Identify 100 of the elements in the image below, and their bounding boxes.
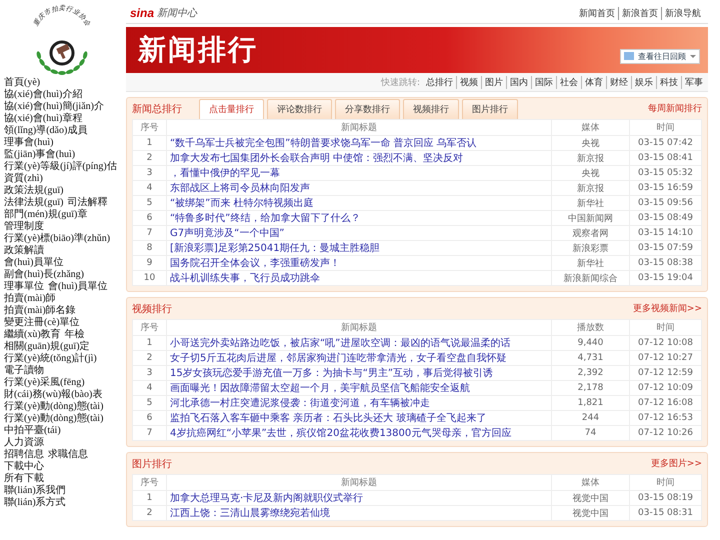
- column-header: 播放数: [552, 320, 630, 336]
- ranking-tab[interactable]: 图片排行: [462, 99, 518, 119]
- quick-link[interactable]: 国内: [506, 76, 531, 88]
- nav-link[interactable]: 拍賣(mài)師名錄: [4, 305, 76, 317]
- nav-link[interactable]: 監(jiān)事會(huì): [4, 149, 76, 161]
- nav-link[interactable]: 行業(yè)采風(fēng): [4, 377, 85, 389]
- nav-link[interactable]: 會(huì)員單位: [48, 281, 108, 293]
- nav-link[interactable]: 協(xié)會(huì)簡(jiǎn)介: [4, 101, 104, 113]
- time-cell: 07-12 16:08: [630, 396, 702, 410]
- column-header: 序号: [132, 474, 166, 490]
- column-header: 新闻标题: [166, 120, 552, 136]
- time-cell: 03-15 16:59: [630, 180, 702, 196]
- rank-number: 8: [132, 240, 166, 256]
- nav-link[interactable]: 變更注冊(cè)單位: [4, 317, 80, 329]
- time-cell: 03-15 08:19: [630, 490, 702, 506]
- date-picker[interactable]: 查看往日回顾: [620, 48, 700, 64]
- nav-link[interactable]: 人力資源: [4, 437, 44, 449]
- nav-link[interactable]: 領(lǐng)導(dǎo)成員: [4, 125, 88, 137]
- nav-link[interactable]: 行業(yè)等級(jí)評(píng)估資質(zhì): [4, 161, 122, 185]
- column-header: 媒体: [552, 474, 630, 490]
- rank-number: 4: [132, 380, 166, 396]
- nav-link[interactable]: 理事會(huì): [4, 137, 54, 149]
- quick-link[interactable]: 娱乐: [631, 76, 656, 88]
- quick-link[interactable]: 总排行: [423, 76, 456, 88]
- ranking-tab[interactable]: 分享数排行: [335, 99, 400, 119]
- nav-link[interactable]: 電子讀物: [4, 365, 44, 377]
- quick-link[interactable]: 社会: [556, 76, 581, 88]
- nav-link[interactable]: 聯(lián)系我們: [4, 485, 66, 497]
- quick-link[interactable]: 财经: [606, 76, 631, 88]
- time-cell: 03-15 19:04: [630, 270, 702, 286]
- time-cell: 07-12 10:26: [630, 426, 702, 440]
- site-name: 新闻中心: [157, 6, 198, 20]
- nav-link[interactable]: 協(xié)會(huì)介紹: [4, 89, 82, 101]
- top-link[interactable]: 新浪首页: [618, 6, 661, 20]
- rank-number: 3: [132, 366, 166, 380]
- more-link[interactable]: 每周新闻排行: [648, 102, 702, 115]
- nav-link[interactable]: 行業(yè)動(dòng)態(tài): [4, 401, 104, 413]
- table-cell: 2,392: [552, 366, 630, 380]
- table-cell: 央视: [552, 166, 630, 180]
- brand-logo[interactable]: sina: [130, 6, 154, 20]
- rank-number: 2: [132, 150, 166, 166]
- ranking-tab[interactable]: 评论数排行: [267, 99, 332, 119]
- top-link[interactable]: 新闻首页: [576, 6, 618, 20]
- time-cell: 03-15 08:38: [630, 256, 702, 270]
- nav-link[interactable]: 行業(yè)標(biāo)準(zhǔn): [4, 233, 110, 245]
- nav-link[interactable]: 相關(guān)規(guī)定: [4, 341, 90, 353]
- nav-link[interactable]: 中拍平臺(tái): [4, 425, 61, 437]
- rank-number: 1: [132, 136, 166, 150]
- nav-link[interactable]: 政策法規(guī): [4, 185, 64, 197]
- more-link[interactable]: 更多图片>>: [650, 457, 702, 470]
- nav-link[interactable]: 會(huì)員單位: [4, 257, 64, 269]
- ranking-tab[interactable]: 视频排行: [403, 99, 459, 119]
- table-cell: 新京报: [552, 150, 630, 166]
- rank-number: 10: [132, 270, 166, 286]
- table-cell: 视觉中国: [552, 490, 630, 506]
- nav-link[interactable]: 求職信息: [48, 449, 88, 461]
- nav-link[interactable]: 繼續(xù)教育: [4, 329, 61, 341]
- ranking-tab[interactable]: 点击量排行: [199, 99, 264, 119]
- rank-number: 2: [132, 506, 166, 520]
- time-cell: 03-15 08:49: [630, 210, 702, 226]
- nav-link[interactable]: 年檢: [64, 329, 85, 341]
- nav-link[interactable]: 所有下載: [4, 473, 44, 485]
- caret-icon: [690, 54, 696, 60]
- nav-link[interactable]: 部門(mén)規(guī)章: [4, 209, 88, 221]
- nav-link[interactable]: 聯(lián)系方式: [4, 497, 66, 509]
- nav-link[interactable]: 首頁(yè): [4, 77, 40, 89]
- section-title: 新闻总排行: [132, 102, 182, 116]
- time-cell: 03-15 07:42: [630, 136, 702, 150]
- quick-link[interactable]: 军事: [681, 76, 706, 88]
- nav-link[interactable]: 行業(yè)統(tǒng)計(jì): [4, 353, 97, 365]
- quick-link[interactable]: 图片: [481, 76, 506, 88]
- nav-link[interactable]: 行業(yè)動(dòng)態(tài): [4, 413, 104, 425]
- table-cell: 中国新闻网: [552, 210, 630, 226]
- column-header: 序号: [132, 320, 166, 336]
- rank-number: 1: [132, 490, 166, 506]
- nav-link[interactable]: 理事單位: [4, 281, 44, 293]
- rank-number: 3: [132, 166, 166, 180]
- rank-number: 5: [132, 196, 166, 210]
- top-link[interactable]: 新浪导航: [661, 6, 704, 20]
- nav-link[interactable]: 招聘信息: [4, 449, 44, 461]
- rank-number: 6: [132, 410, 166, 426]
- quick-link[interactable]: 体育: [581, 76, 606, 88]
- nav-link[interactable]: 下載中心: [4, 461, 44, 473]
- time-cell: 03-15 09:56: [630, 196, 702, 210]
- nav-link[interactable]: 財(cái)務(wù)報(bào)表: [4, 389, 102, 401]
- nav-link[interactable]: 司法解釋: [67, 197, 108, 209]
- quick-link[interactable]: 国际: [531, 76, 556, 88]
- nav-link[interactable]: 協(xié)會(huì)章程: [4, 113, 82, 125]
- nav-link[interactable]: 政策解讀: [4, 245, 44, 257]
- nav-link[interactable]: 管理制度: [4, 221, 44, 233]
- table-cell: 新华社: [552, 196, 630, 210]
- more-link[interactable]: 更多视频新闻>>: [632, 302, 702, 315]
- quick-link[interactable]: 视频: [456, 76, 481, 88]
- column-header: 新闻标题: [166, 320, 552, 336]
- nav-link[interactable]: 拍賣(mài)師: [4, 293, 56, 305]
- rank-number: 4: [132, 180, 166, 196]
- quick-link[interactable]: 科技: [656, 76, 681, 88]
- nav-link[interactable]: 副會(huì)長(zhǎng): [4, 269, 84, 281]
- nav-link[interactable]: 法律法規(guī): [4, 197, 64, 209]
- table-cell: 2,178: [552, 380, 630, 396]
